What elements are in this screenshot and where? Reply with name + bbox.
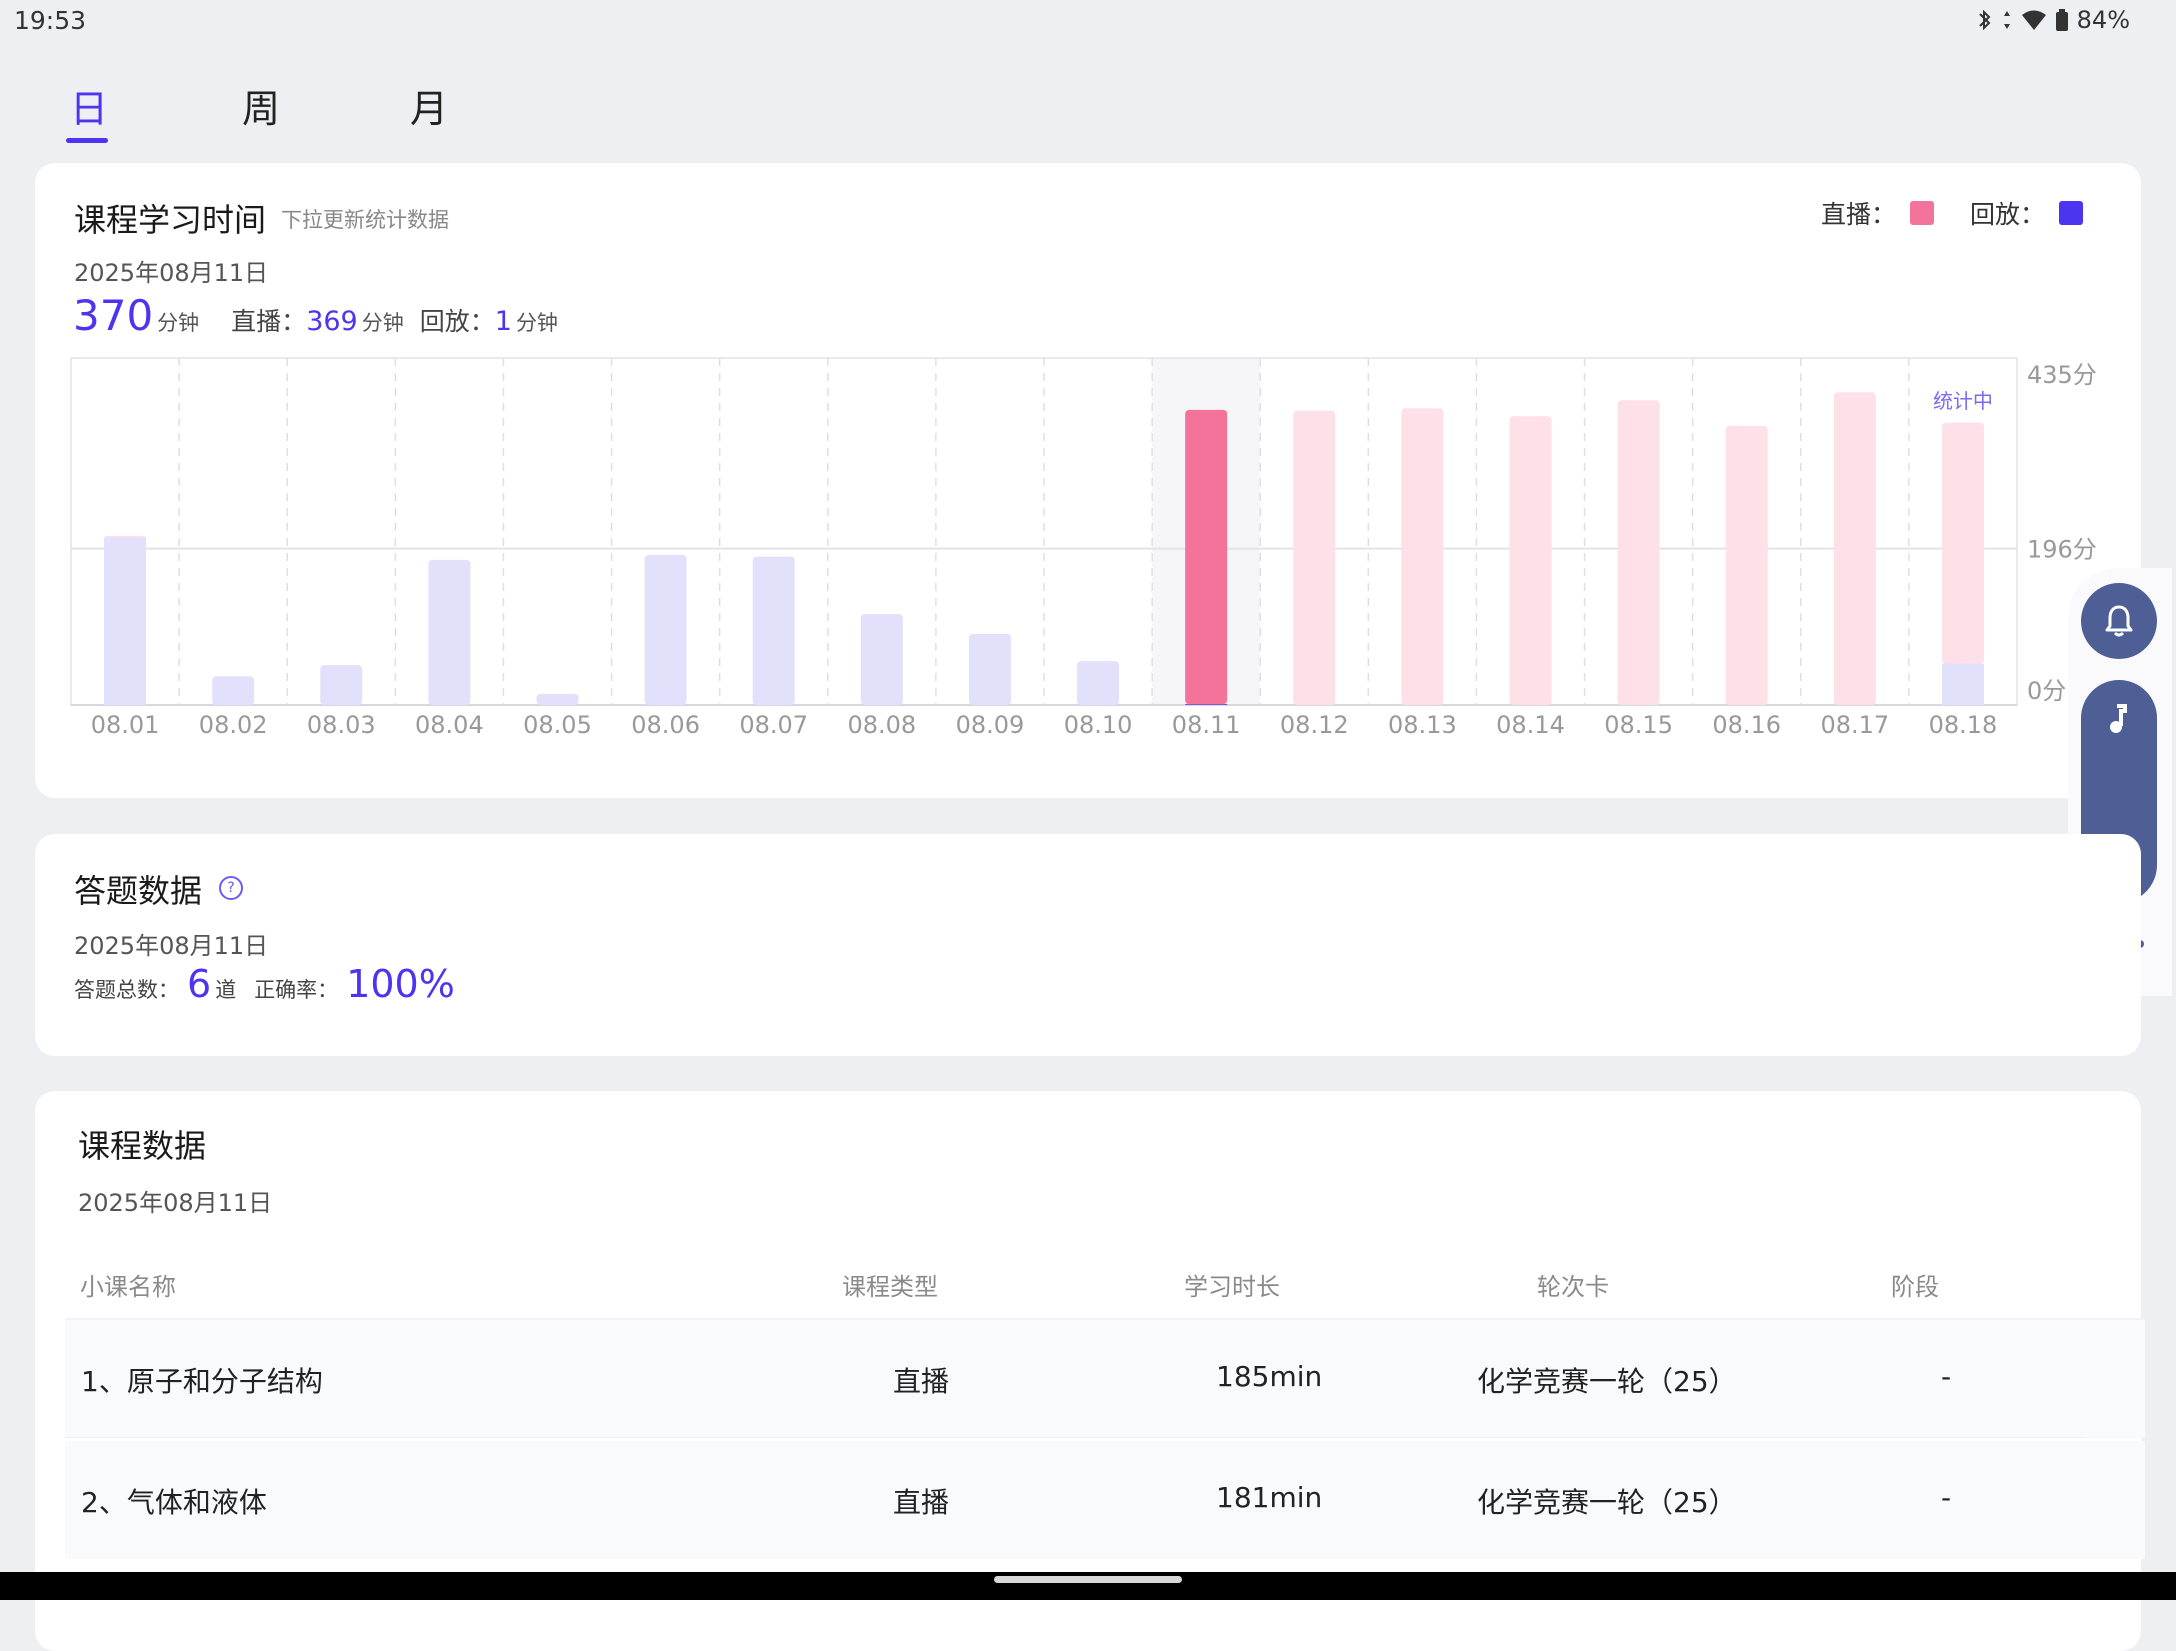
- y-tick-label: 0分: [2027, 677, 2066, 705]
- x-tick-label: 08.15: [1604, 711, 1673, 739]
- status-bar: 19:53 84%: [0, 0, 2176, 44]
- cell-study-duration: 181min: [1216, 1481, 1323, 1514]
- bar-replay-08.01: [104, 537, 147, 705]
- cell-lesson-name: 2、气体和液体: [81, 1486, 267, 1519]
- cell-round-card: 化学竞赛一轮（25）: [1477, 1365, 1737, 1398]
- course-data-card: 课程数据 2025年08月11日 小课名称 课程类型 学习时长 轮次卡 阶段 1…: [35, 1091, 2145, 1651]
- bar-replay-08.08: [860, 614, 903, 705]
- x-tick-label: 08.08: [847, 711, 916, 739]
- cell-study-duration: 185min: [1216, 1360, 1323, 1393]
- header-stage: 阶段: [1891, 1273, 1939, 1301]
- header-course-type: 课程类型: [842, 1273, 938, 1301]
- tab-day[interactable]: 日: [70, 78, 108, 133]
- y-tick-label: 196分: [2027, 536, 2097, 564]
- x-tick-label: 08.17: [1820, 711, 1889, 739]
- bar-live-08.13: [1401, 408, 1444, 705]
- cell-course-type: 直播: [893, 1486, 950, 1519]
- bar-live-08.15: [1617, 400, 1660, 705]
- row-divider: [65, 1437, 2085, 1438]
- bar-live-08.12: [1293, 410, 1336, 705]
- annotation-counting: 统计中: [1933, 389, 1993, 413]
- x-tick-label: 08.16: [1712, 711, 1781, 739]
- battery-icon: [2055, 9, 2068, 31]
- status-time: 19:53: [14, 6, 87, 35]
- cell-course-type: 直播: [893, 1365, 950, 1398]
- x-tick-label: 08.04: [415, 711, 484, 739]
- x-tick-label: 08.11: [1172, 711, 1241, 739]
- home-indicator[interactable]: [994, 1576, 1182, 1583]
- x-tick-label: 08.12: [1280, 711, 1349, 739]
- bar-live-08.14: [1509, 416, 1552, 705]
- bar-live-08.18: [1941, 422, 1984, 664]
- x-tick-label: 08.05: [523, 711, 592, 739]
- x-tick-label: 08.10: [1064, 711, 1133, 739]
- bar-replay-08.09: [968, 634, 1011, 705]
- table-row[interactable]: 1、原子和分子结构 直播 185min 化学竞赛一轮（25） -: [65, 1320, 2145, 1438]
- answer-total-unit: 道: [215, 978, 237, 1002]
- answer-total-label: 答题总数：: [74, 978, 179, 1002]
- x-tick-label: 08.06: [631, 711, 700, 739]
- bar-replay-08.03: [320, 665, 363, 705]
- header-round-card: 轮次卡: [1537, 1273, 1609, 1301]
- bar-replay-08.02: [212, 676, 255, 705]
- answer-data-card: 答题数据 ? 2025年08月11日 答题总数： 6 道 正确率： 100%: [35, 834, 2141, 1056]
- bar-replay-08.06: [644, 555, 687, 705]
- x-tick-label: 08.18: [1929, 711, 1998, 739]
- bar-live-08.17: [1833, 392, 1876, 705]
- data-arrows-icon: [2003, 11, 2010, 29]
- battery-percent: 84%: [2076, 6, 2130, 34]
- bar-replay-08.18: [1941, 663, 1984, 705]
- bluetooth-icon: [1978, 9, 1991, 31]
- x-tick-label: 08.01: [91, 711, 160, 739]
- cell-round-card: 化学竞赛一轮（25）: [1477, 1486, 1737, 1519]
- cell-lesson-name: 1、原子和分子结构: [81, 1365, 323, 1398]
- course-data-title: 课程数据: [78, 1127, 207, 1165]
- header-study-duration: 学习时长: [1184, 1273, 1280, 1301]
- bell-icon: [2105, 605, 2133, 637]
- accuracy-label: 正确率：: [254, 978, 339, 1002]
- x-tick-label: 08.09: [956, 711, 1025, 739]
- bar-live-08.01: [104, 535, 147, 538]
- bar-live-08.11: [1185, 409, 1228, 705]
- table-row[interactable]: 2、气体和液体 直播 181min 化学竞赛一轮（25） -: [65, 1441, 2145, 1559]
- answer-stats: 答题总数： 6 道 正确率： 100%: [74, 962, 455, 1006]
- x-tick-label: 08.02: [199, 711, 268, 739]
- tab-active-indicator: [66, 138, 108, 143]
- x-tick-label: 08.07: [739, 711, 808, 739]
- header-lesson-name: 小课名称: [80, 1273, 176, 1301]
- status-icons: 84%: [1977, 6, 2130, 34]
- answer-data-title: 答题数据: [74, 872, 203, 910]
- bar-replay-08.11: [1185, 704, 1228, 705]
- x-tick-label: 08.14: [1496, 711, 1565, 739]
- study-time-chart: 08.01 08.02 08.03 08.04 08.05 08.06 08.07 08.08…: [70, 357, 2097, 739]
- bar-replay-08.04: [428, 559, 471, 705]
- tab-month[interactable]: 月: [410, 78, 448, 133]
- cell-stage: -: [1941, 1360, 1952, 1393]
- course-date: 2025年08月11日: [78, 1189, 273, 1217]
- help-icon[interactable]: ?: [219, 876, 243, 900]
- bar-live-08.16: [1725, 425, 1768, 705]
- answer-total-value: 6: [187, 962, 212, 1006]
- answer-date: 2025年08月11日: [74, 932, 269, 960]
- accuracy-value: 100%: [346, 962, 455, 1006]
- bar-replay-08.10: [1077, 661, 1120, 705]
- wifi-icon: [2021, 10, 2046, 30]
- y-tick-label: 435分: [2027, 361, 2097, 389]
- cell-stage: -: [1941, 1481, 1952, 1514]
- x-tick-label: 08.03: [307, 711, 376, 739]
- x-tick-label: 08.13: [1388, 711, 1457, 739]
- bell-button[interactable]: [2081, 583, 2157, 659]
- bar-replay-08.05: [536, 693, 579, 705]
- tab-week[interactable]: 周: [242, 78, 280, 133]
- study-time-card: 课程学习时间 下拉更新统计数据 直播： 回放： 2025年08月11日 370 …: [35, 163, 2141, 798]
- bar-replay-08.07: [752, 556, 795, 705]
- music-note-icon: [2110, 704, 2127, 733]
